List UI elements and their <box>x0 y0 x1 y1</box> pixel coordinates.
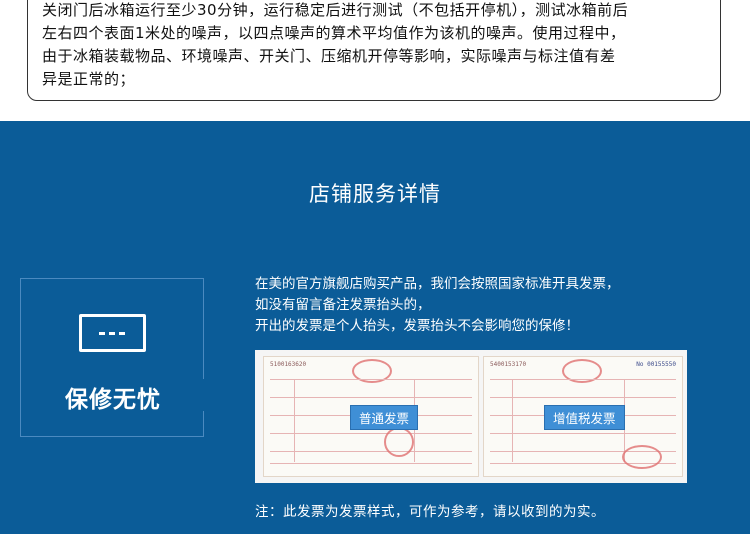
section-title: 店铺服务详情 <box>309 182 441 206</box>
notice-line: 左右四个表面1米处的噪声，以四点噪声的算术平均值作为该机的噪声。使用过程中， <box>42 24 626 42</box>
notice-text: 关闭门后冰箱运行至少30分钟，运行稳定后进行测试（不包括开停机），测试冰箱前后 … <box>42 0 702 91</box>
invoice-sample-image: 5100163620 普通发票 5400153170 No 00155550 增… <box>255 350 687 483</box>
notice-card: 关闭门后冰箱运行至少30分钟，运行稳定后进行测试（不包括开停机），测试冰箱前后 … <box>27 0 721 101</box>
vat-invoice-tag: 增值税发票 <box>544 405 625 430</box>
invoice-code: 5100163620 <box>270 361 307 368</box>
warranty-box: 保修无忧 <box>20 278 204 437</box>
card-icon <box>79 314 146 352</box>
info-line: 开出的发票是个人抬头，发票抬头不会影响您的保修！ <box>255 318 579 334</box>
invoice-number: No 00155550 <box>636 361 676 368</box>
notice-section: 关闭门后冰箱运行至少30分钟，运行稳定后进行测试（不包括开停机），测试冰箱前后 … <box>0 0 750 121</box>
stamp-icon <box>622 445 662 469</box>
notice-line: 关闭门后冰箱运行至少30分钟，运行稳定后进行测试（不包括开停机），测试冰箱前后 <box>42 1 629 19</box>
info-line: 在美的官方旗舰店购买产品，我们会按照国家标准开具发票， <box>255 276 620 292</box>
general-invoice: 5100163620 普通发票 <box>263 356 479 477</box>
invoice-note: 注：此发票为发票样式，可作为参考，请以收到的为实。 <box>255 504 605 520</box>
warranty-label: 保修无忧 <box>65 387 161 413</box>
invoice-code: 5400153170 <box>490 361 527 368</box>
invoice-info: 在美的官方旗舰店购买产品，我们会按照国家标准开具发票， 如没有留言备注发票抬头的… <box>255 274 735 337</box>
general-invoice-tag: 普通发票 <box>350 405 419 430</box>
notice-line: 异是正常的； <box>42 70 136 88</box>
stamp-icon <box>384 427 414 457</box>
vat-invoice: 5400153170 No 00155550 增值税发票 <box>483 356 683 477</box>
info-line: 如没有留言备注发票抬头的， <box>255 297 431 313</box>
notice-line: 由于冰箱装载物品、环境噪声、开关门、压缩机开停等影响，实际噪声与标注值有差 <box>42 47 616 65</box>
service-section: 店铺服务详情 保修无忧 在美的官方旗舰店购买产品，我们会按照国家标准开具发票， … <box>0 121 750 534</box>
